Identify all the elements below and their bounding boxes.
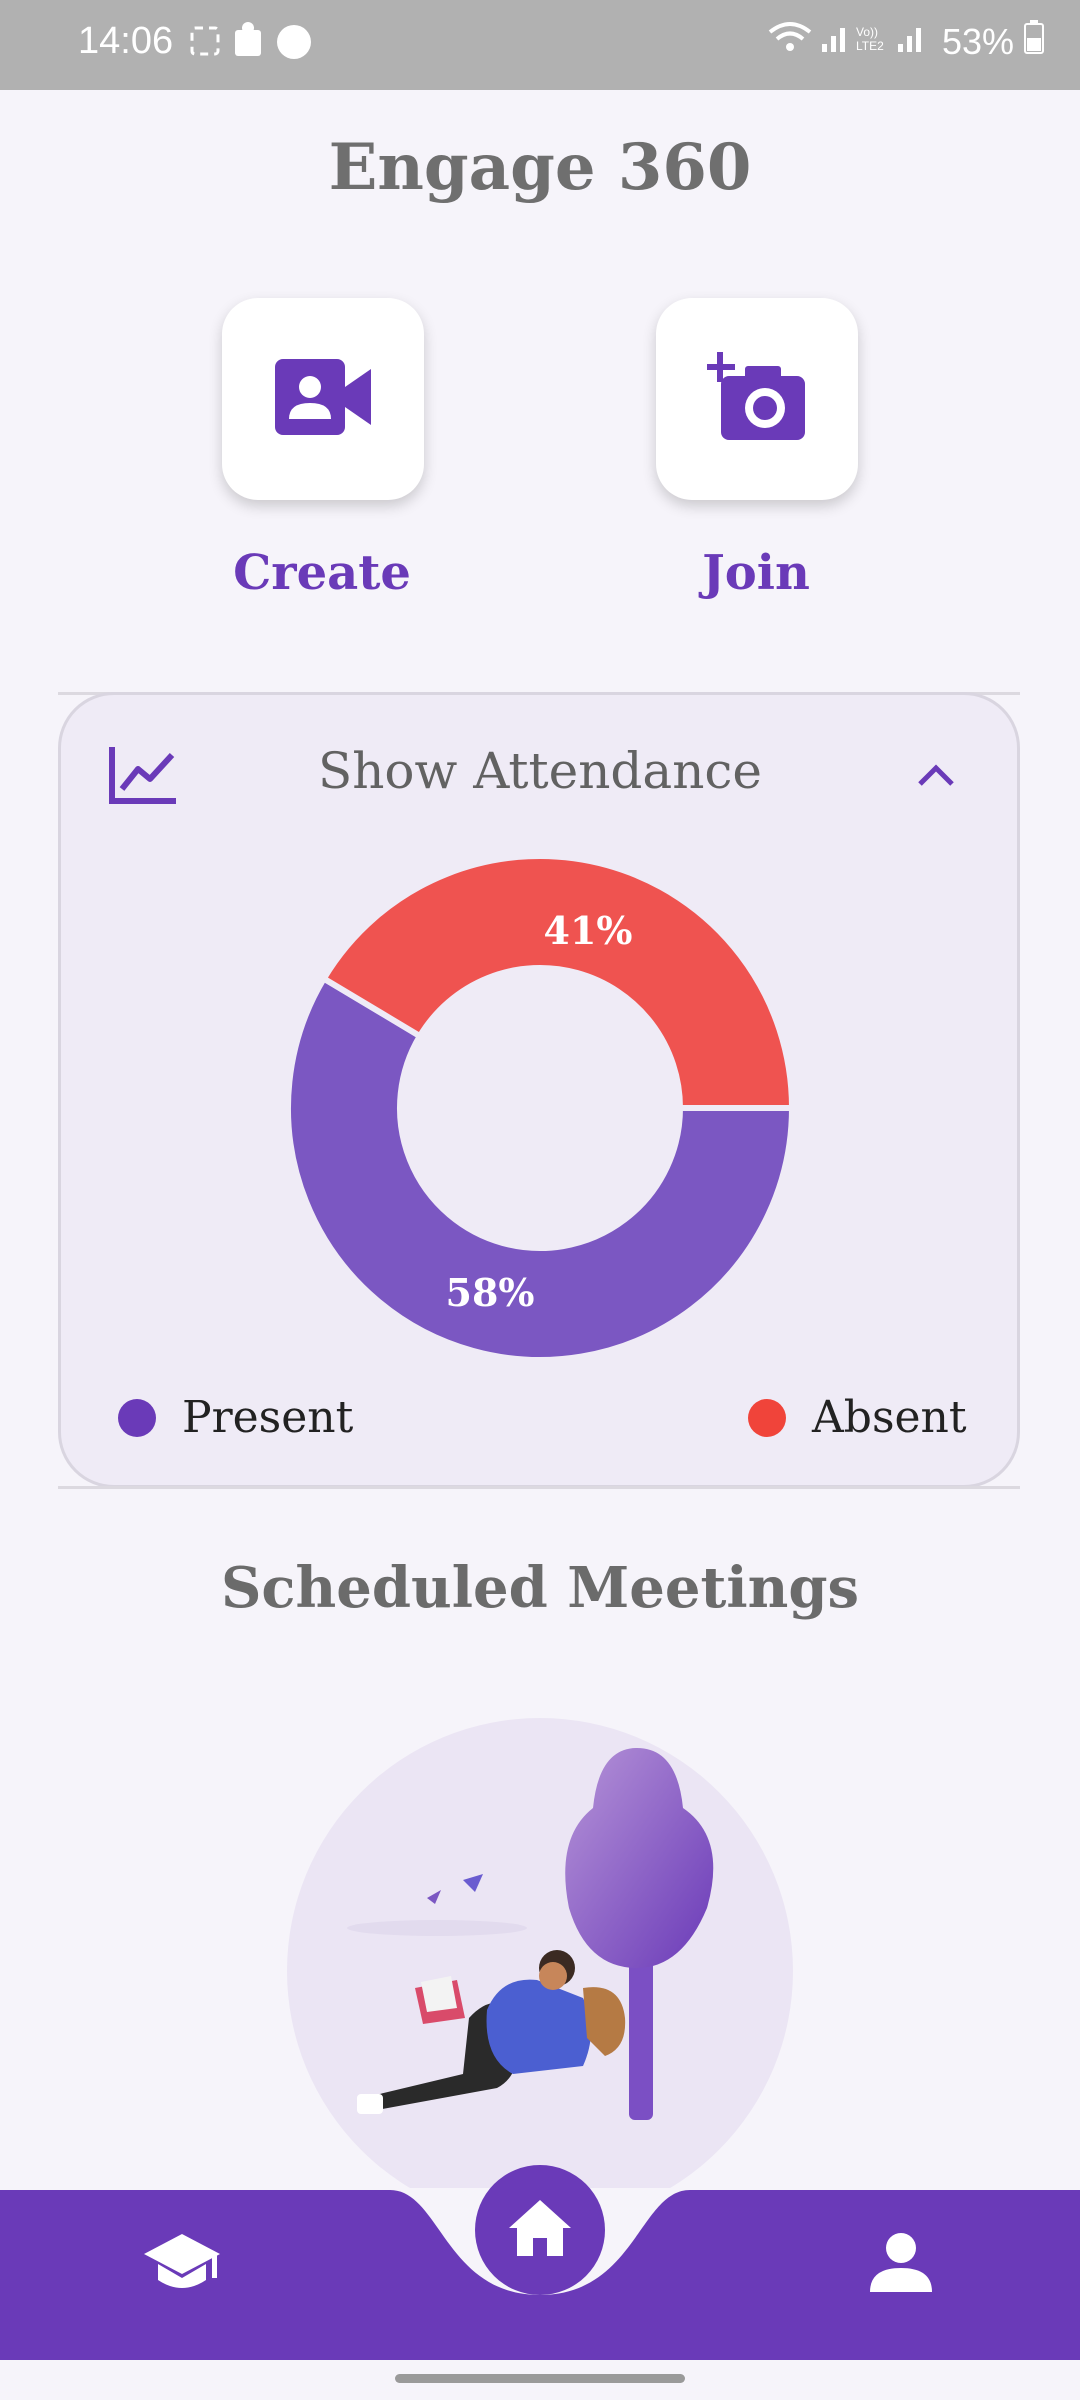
home-button[interactable] — [475, 2165, 605, 2295]
status-time: 14:06 — [78, 20, 174, 62]
legend-present: Present — [118, 1392, 353, 1443]
legend-absent-label: Absent — [812, 1392, 967, 1443]
status-bar: 14:06 Vo)) LTE2 53% — [0, 0, 1080, 90]
gesture-bar — [395, 2374, 685, 2383]
legend-present-label: Present — [182, 1392, 354, 1443]
create-label[interactable]: Create — [172, 545, 472, 601]
card-bottom-divider — [58, 1486, 1020, 1489]
empty-state-illustration — [287, 1718, 793, 2188]
add-camera-icon — [707, 352, 807, 446]
signal-icon: Vo)) LTE2 — [821, 20, 932, 63]
legend-absent: Absent — [748, 1392, 967, 1443]
scheduled-meetings-title: Scheduled Meetings — [220, 1555, 860, 1621]
battery-icon — [1024, 20, 1044, 63]
school-icon[interactable] — [142, 2232, 222, 2302]
chevron-up-icon[interactable] — [916, 762, 956, 792]
person-icon[interactable] — [868, 2232, 934, 2298]
svg-text:LTE2: LTE2 — [856, 39, 884, 53]
status-right: Vo)) LTE2 53% — [768, 20, 1044, 63]
battery-level: 53% — [941, 20, 1014, 62]
app-title: Engage 360 — [328, 130, 752, 205]
join-meeting-button[interactable] — [656, 298, 858, 500]
join-label[interactable]: Join — [606, 545, 906, 601]
status-notification-icons — [190, 22, 320, 67]
create-meeting-button[interactable] — [222, 298, 424, 500]
donut-label-absent: 41% — [544, 908, 633, 953]
wifi-icon — [768, 20, 812, 63]
present-color-dot — [118, 1398, 156, 1437]
absent-color-dot — [748, 1398, 786, 1437]
attendance-donut-chart: 58% 41% — [285, 853, 796, 1363]
svg-text:Vo)): Vo)) — [856, 25, 878, 39]
home-icon — [507, 2198, 573, 2262]
donut-label-present: 58% — [446, 1270, 535, 1315]
video-call-icon — [275, 359, 371, 439]
